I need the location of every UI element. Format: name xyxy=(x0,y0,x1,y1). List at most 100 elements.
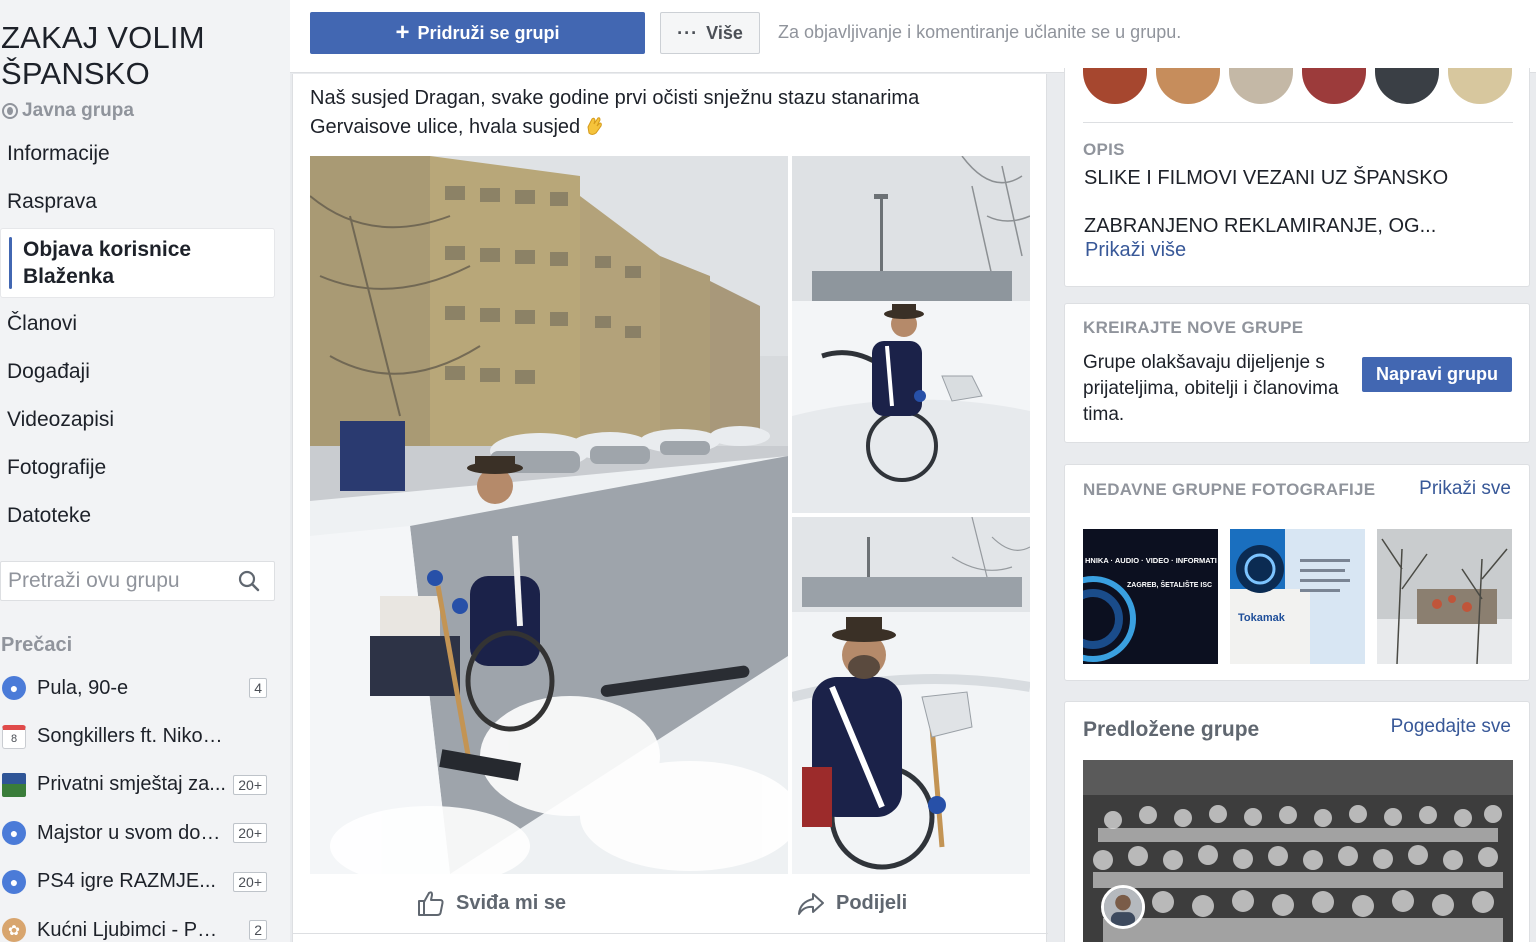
about-card: OPIS SLIKE I FILMOVI VEZANI UZ ŠPANSKO Z… xyxy=(1064,68,1530,287)
paw-icon: ✿ xyxy=(2,918,26,942)
shortcut-item[interactable]: ● Majstor u svom domu 20+ xyxy=(0,809,275,857)
recent-photo-1-line1: HNIKA · AUDIO · VIDEO · INFORMATI xyxy=(1085,556,1217,565)
nav-item-videozapisi[interactable]: Videozapisi xyxy=(0,396,275,444)
nav-item-clanovi[interactable]: Članovi xyxy=(0,300,275,348)
clapping-hands-icon xyxy=(587,117,602,135)
like-button[interactable]: Sviđa mi se xyxy=(416,886,566,920)
post-photo-2-image xyxy=(792,156,1030,513)
suggested-groups-title: Predložene grupe xyxy=(1083,718,1260,741)
nav-item-rasprava[interactable]: Rasprava xyxy=(0,178,275,226)
shortcut-badge: 20+ xyxy=(233,871,267,892)
group-action-bar: + Pridruži se grupi ··· Više Za objavlji… xyxy=(290,0,1536,73)
group-icon: ● xyxy=(2,869,26,894)
member-avatar[interactable] xyxy=(1302,68,1366,104)
group-privacy-label: Javna grupa xyxy=(22,100,134,121)
shortcut-item[interactable]: Privatni smještaj za... 20+ xyxy=(0,761,275,809)
recent-photo-thumb[interactable]: HNIKA · AUDIO · VIDEO · INFORMATI ZAGREB… xyxy=(1083,529,1218,664)
nav-item-informacije[interactable]: Informacije xyxy=(0,130,275,178)
member-avatar[interactable] xyxy=(1156,68,1220,104)
recent-photo-1-line2: ZAGREB, ŠETALIŠTE ISC xyxy=(1127,580,1212,589)
suggested-groups-card: Predložene grupe Pogedajte sve xyxy=(1064,701,1530,942)
more-dots-icon: ··· xyxy=(677,22,699,43)
group-nav: Informacije Rasprava Objava korisnice Bl… xyxy=(0,130,275,540)
post-photo-3[interactable] xyxy=(792,517,1030,874)
shortcut-item[interactable]: ● PS4 igre RAZMJE... 20+ xyxy=(0,858,275,906)
nav-item-objava-korisnice[interactable]: Objava korisnice Blaženka xyxy=(0,228,275,298)
member-avatar[interactable] xyxy=(1083,68,1147,104)
shortcut-item[interactable]: ● Pula, 90-e 4 xyxy=(0,664,275,712)
shortcut-badge: 20+ xyxy=(233,774,267,795)
post-card: Naš susjed Dragan, svake godine prvi oči… xyxy=(292,74,1048,942)
shortcut-label: Pula, 90-e xyxy=(37,676,129,699)
join-group-button[interactable]: + Pridruži se grupi xyxy=(310,12,645,54)
create-group-button[interactable]: Napravi grupu xyxy=(1362,357,1512,392)
about-line1: SLIKE I FILMOVI VEZANI UZ ŠPANSKO xyxy=(1084,167,1449,189)
group-icon: ● xyxy=(2,676,26,701)
post-text-wrapper: Naš susjed Dragan, svake godine prvi oči… xyxy=(310,84,1010,142)
shortcuts-title: Prečaci xyxy=(1,634,73,656)
about-line2: ZABRANJENO REKLAMIRANJE, OG... xyxy=(1084,215,1437,237)
share-arrow-icon xyxy=(798,893,824,915)
join-group-label: Pridruži se grupi xyxy=(417,22,560,43)
shortcut-badge: 20+ xyxy=(233,823,267,844)
more-button[interactable]: ··· Više xyxy=(660,12,760,54)
suggested-group-avatar[interactable] xyxy=(1101,885,1145,929)
recent-photos-card: NEDAVNE GRUPNE FOTOGRAFIJE Prikaži sve H… xyxy=(1064,464,1530,681)
post-actions: Sviđa mi se Podijeli xyxy=(293,874,1048,934)
group-title[interactable]: ZAKAJ VOLIM ŠPANSKO xyxy=(1,20,205,92)
group-privacy: Javna grupa xyxy=(2,100,134,122)
create-group-card: KREIRAJTE NOVE GRUPE Grupe olakšavaju di… xyxy=(1064,303,1530,443)
post-photo-3-image xyxy=(792,517,1030,874)
photo-icon xyxy=(2,772,26,797)
post-photo-grid xyxy=(310,156,1030,874)
member-avatar[interactable] xyxy=(1448,68,1512,104)
shortcut-badge: 2 xyxy=(249,919,267,940)
nav-item-datoteke[interactable]: Datoteke xyxy=(0,492,275,540)
more-label: Više xyxy=(706,22,743,43)
member-avatar[interactable] xyxy=(1375,68,1439,104)
shortcut-label: Majstor u svom domu xyxy=(37,821,227,844)
create-group-text: Grupe olakšavaju dijeljenje s prijatelji… xyxy=(1083,352,1339,425)
post-photo-2[interactable] xyxy=(792,156,1030,513)
group-title-line2: ŠPANSKO xyxy=(1,56,150,91)
group-search-box xyxy=(0,561,275,601)
nav-item-dogadaji[interactable]: Događaji xyxy=(0,348,275,396)
recent-photo-2-image: Tokamak xyxy=(1230,529,1365,664)
post-text: Naš susjed Dragan, svake godine prvi oči… xyxy=(310,87,920,138)
search-icon[interactable] xyxy=(238,570,260,592)
recent-photos-title: NEDAVNE GRUPNE FOTOGRAFIJE xyxy=(1083,480,1376,499)
shortcut-label: Privatni smještaj za... xyxy=(37,773,226,796)
suggested-group-avatar-image xyxy=(1104,888,1142,926)
shortcut-item[interactable]: ✿ Kućni Ljubimci - Port... 2 xyxy=(0,906,275,942)
calendar-icon: 8 xyxy=(2,724,26,749)
recent-photo-3-image xyxy=(1377,529,1512,664)
recent-photo-thumb[interactable]: Tokamak xyxy=(1230,529,1365,664)
suggested-group-cover[interactable] xyxy=(1083,760,1513,942)
shortcut-label: Songkillers ft. Nikola M... xyxy=(37,725,227,748)
recent-photo-thumb[interactable] xyxy=(1377,529,1512,664)
see-all-suggested-link[interactable]: Pogedajte sve xyxy=(1391,716,1511,738)
create-group-title: KREIRAJTE NOVE GRUPE xyxy=(1083,318,1304,337)
post-photo-main[interactable] xyxy=(310,156,788,874)
show-more-link[interactable]: Prikaži više xyxy=(1085,239,1186,262)
left-sidebar: ZAKAJ VOLIM ŠPANSKO Javna grupa Informac… xyxy=(0,0,290,942)
recent-photo-2-label: Tokamak xyxy=(1238,612,1286,624)
shortcut-badge: 4 xyxy=(249,678,267,698)
show-all-photos-link[interactable]: Prikaži sve xyxy=(1419,478,1511,500)
share-label: Podijeli xyxy=(836,891,908,914)
shortcut-label: PS4 igre RAZMJE... xyxy=(37,870,216,893)
group-title-line1: ZAKAJ VOLIM xyxy=(1,20,205,55)
group-search-input[interactable] xyxy=(1,569,226,593)
nav-item-fotografije[interactable]: Fotografije xyxy=(0,444,275,492)
group-icon: ● xyxy=(2,821,26,846)
thumbs-up-icon xyxy=(418,891,444,916)
post-photo-main-image xyxy=(310,156,788,874)
plus-icon: + xyxy=(395,19,410,46)
like-label: Sviđa mi se xyxy=(456,891,567,914)
join-hint-text: Za objavljivanje i komentiranje učlanite… xyxy=(778,22,1182,42)
shortcut-list: ● Pula, 90-e 4 8 Songkillers ft. Nikola … xyxy=(0,664,275,942)
share-button[interactable]: Podijeli xyxy=(796,886,907,920)
shortcut-item[interactable]: 8 Songkillers ft. Nikola M... xyxy=(0,712,275,760)
shortcut-label: Kućni Ljubimci - Port... xyxy=(37,918,227,941)
member-avatar[interactable] xyxy=(1229,68,1293,104)
